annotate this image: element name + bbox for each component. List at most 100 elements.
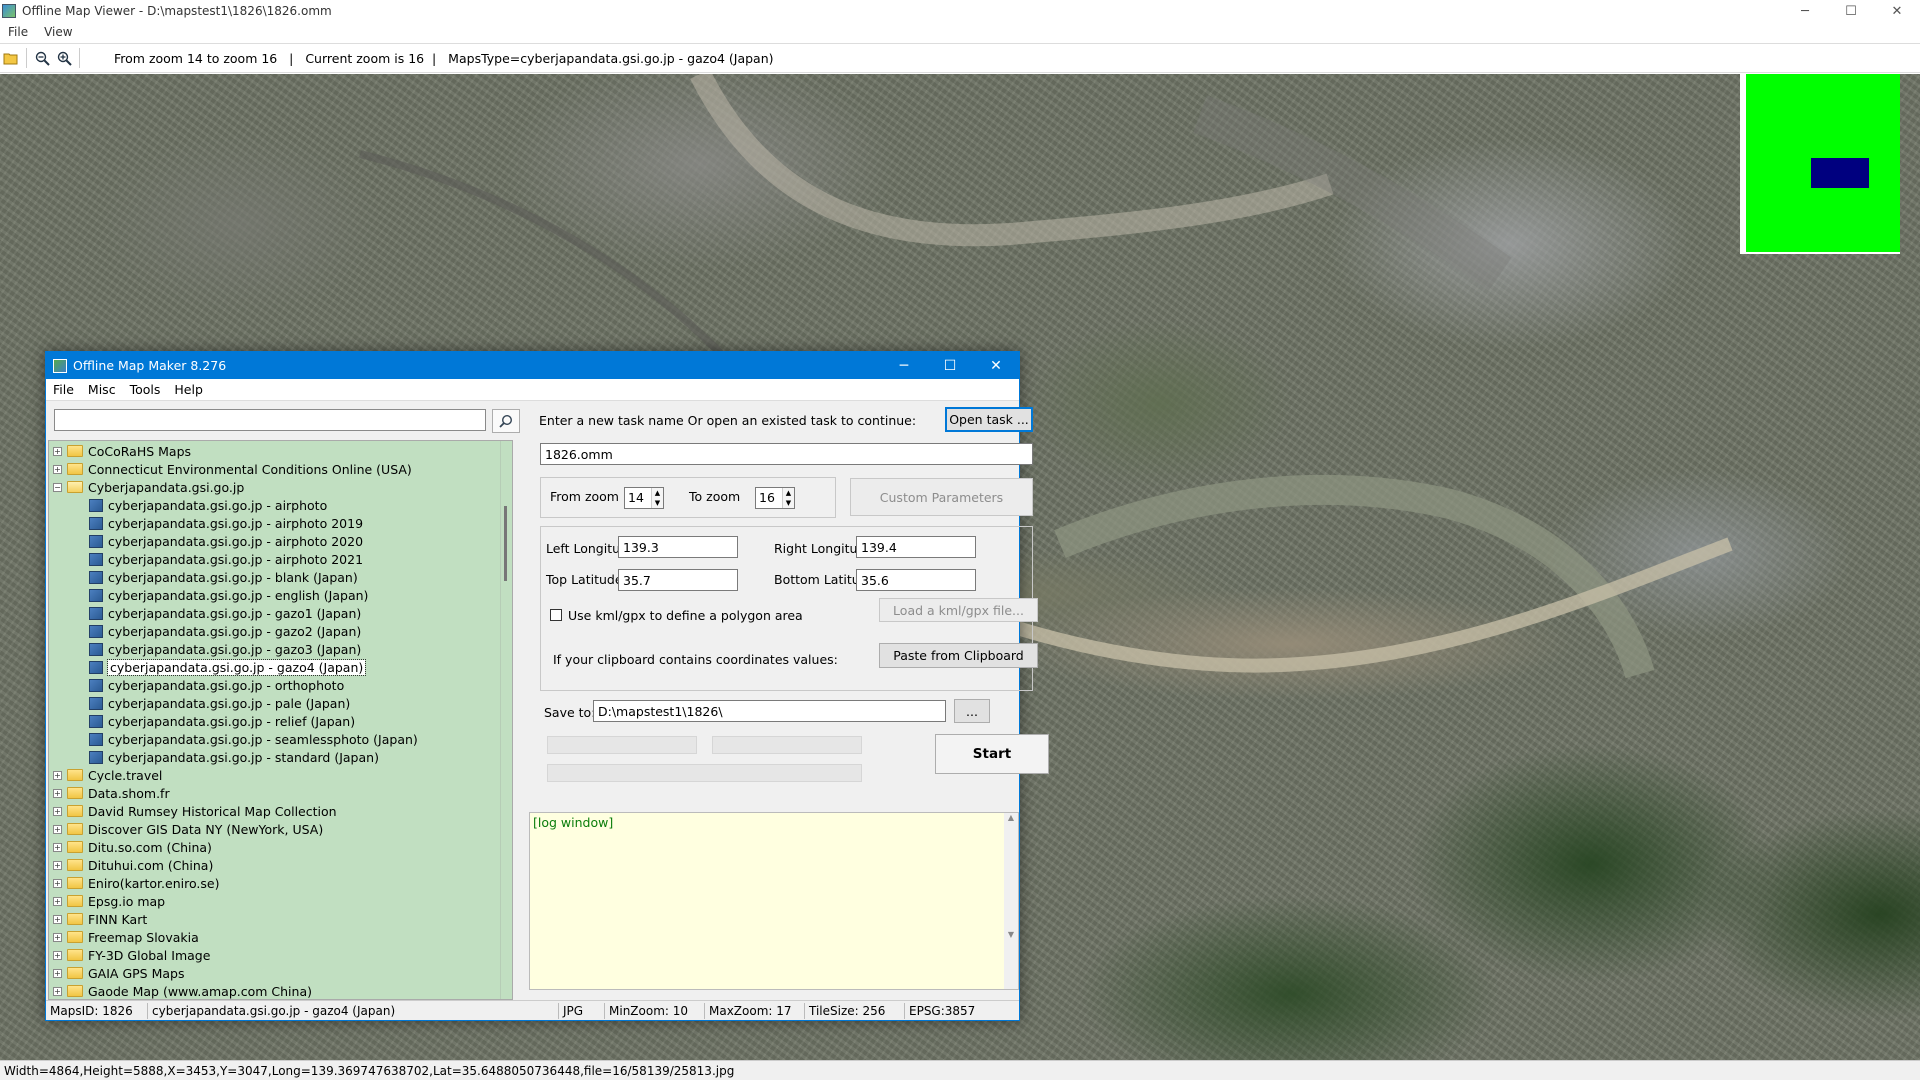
tree-folder-item[interactable]: + Gaode Map (www.amap.com China) (49, 982, 312, 999)
expand-icon[interactable]: + (53, 770, 62, 780)
tree-map-item[interactable]: cyberjapandata.gsi.go.jp - blank (Japan) (49, 568, 358, 586)
minimize-button[interactable]: ─ (1782, 0, 1828, 22)
tree-folder-item[interactable]: − Cyberjapandata.gsi.go.jp (49, 478, 244, 496)
browse-button[interactable]: ... (954, 699, 990, 723)
zoom-in-icon[interactable] (53, 47, 75, 69)
expand-icon[interactable]: + (53, 986, 62, 996)
tree-folder-item[interactable]: + Cycle.travel (49, 766, 162, 784)
tree-scrollbar[interactable] (500, 441, 512, 999)
start-button[interactable]: Start (935, 734, 1049, 774)
tree-folder-item[interactable]: + Freemap Slovakia (49, 928, 199, 946)
tree-map-item[interactable]: cyberjapandata.gsi.go.jp - pale (Japan) (49, 694, 350, 712)
progress-bar-1 (547, 736, 697, 754)
expand-icon[interactable]: + (53, 824, 62, 834)
tree-map-item[interactable]: cyberjapandata.gsi.go.jp - gazo2 (Japan) (49, 622, 361, 640)
tree-map-item[interactable]: cyberjapandata.gsi.go.jp - gazo1 (Japan) (49, 604, 361, 622)
expand-icon[interactable]: + (53, 914, 62, 924)
right-longitude-input[interactable]: 139.4 (856, 536, 976, 558)
expand-icon[interactable]: + (53, 878, 62, 888)
minimap[interactable] (1740, 74, 1900, 254)
tree-map-item[interactable]: cyberjapandata.gsi.go.jp - airphoto 2019 (49, 514, 363, 532)
tree-folder-item[interactable]: + Eniro(kartor.eniro.se) (49, 874, 219, 892)
tree-item-label: Discover GIS Data NY (NewYork, USA) (88, 821, 324, 837)
map-search-input[interactable] (54, 409, 486, 431)
tree-folder-item[interactable]: + Discover GIS Data NY (NewYork, USA) (49, 820, 323, 838)
tree-map-item[interactable]: cyberjapandata.gsi.go.jp - airphoto 2020 (49, 532, 363, 550)
tree-folder-item[interactable]: + CoCoRaHS Maps (49, 442, 191, 460)
tree-scrollbar-thumb[interactable] (504, 506, 507, 581)
tree-map-item[interactable]: cyberjapandata.gsi.go.jp - gazo4 (Japan) (49, 658, 367, 676)
paste-clipboard-button[interactable]: Paste from Clipboard (879, 643, 1038, 668)
tree-map-item[interactable]: cyberjapandata.gsi.go.jp - orthophoto (49, 676, 344, 694)
zoom-out-icon[interactable] (31, 47, 53, 69)
tree-folder-item[interactable]: + David Rumsey Historical Map Collection (49, 802, 337, 820)
tree-map-item[interactable]: cyberjapandata.gsi.go.jp - airphoto (49, 496, 327, 514)
expand-icon[interactable]: + (53, 860, 62, 870)
load-kml-button[interactable]: Load a kml/gpx file... (879, 598, 1038, 622)
tree-map-item[interactable]: cyberjapandata.gsi.go.jp - airphoto 2021 (49, 550, 363, 568)
menu-view[interactable]: View (36, 25, 80, 39)
expand-icon[interactable]: + (53, 968, 62, 978)
tree-map-item[interactable]: cyberjapandata.gsi.go.jp - relief (Japan… (49, 712, 355, 730)
top-latitude-input[interactable]: 35.7 (618, 569, 738, 591)
tree-folder-item[interactable]: + Epsg.io map (49, 892, 165, 910)
tree-folder-item[interactable]: + FY-3D Global Image (49, 946, 210, 964)
tree-folder-item[interactable]: + Dituhui.com (China) (49, 856, 213, 874)
map-icon (89, 642, 103, 656)
tree-folder-item[interactable]: + Data.shom.fr (49, 784, 170, 802)
open-task-button[interactable]: Open task ... (945, 407, 1033, 432)
log-scrollbar[interactable]: ▲ ▼ (1004, 813, 1018, 989)
tree-folder-item[interactable]: + Connecticut Environmental Conditions On… (49, 460, 412, 478)
custom-parameters-button[interactable]: Custom Parameters (850, 478, 1033, 516)
folder-open-icon[interactable] (0, 47, 22, 69)
task-name-input[interactable]: 1826.omm (540, 443, 1033, 465)
menu-file[interactable]: File (0, 25, 36, 39)
expand-icon[interactable]: + (53, 950, 62, 960)
expand-icon[interactable]: + (53, 806, 62, 816)
tree-item-label: FY-3D Global Image (88, 947, 211, 963)
dialog-minimize-button[interactable]: ─ (881, 352, 927, 379)
expand-icon[interactable]: + (53, 896, 62, 906)
expand-icon[interactable]: + (53, 788, 62, 798)
map-source-tree[interactable]: + CoCoRaHS Maps + Connecticut Environmental… (48, 440, 513, 1000)
main-statusbar: Width=4864,Height=5888,X=3453,Y=3047,Lon… (0, 1060, 1920, 1080)
expand-icon[interactable]: + (53, 464, 62, 474)
dialog-menu-tools[interactable]: Tools (123, 382, 168, 397)
map-icon (89, 534, 103, 548)
dialog-close-button[interactable]: ✕ (973, 352, 1019, 379)
max-zoom-status: MaxZoom: 17 (705, 1002, 805, 1019)
expand-icon[interactable]: + (53, 932, 62, 942)
to-zoom-stepper[interactable]: 16 ▲ ▼ (755, 487, 795, 509)
tree-map-item[interactable]: cyberjapandata.gsi.go.jp - gazo3 (Japan) (49, 640, 361, 658)
stepper-arrows-icon[interactable]: ▲ ▼ (651, 488, 663, 508)
tree-map-item[interactable]: cyberjapandata.gsi.go.jp - seamlessphoto… (49, 730, 418, 748)
left-longitude-input[interactable]: 139.3 (618, 536, 738, 558)
to-zoom-label: To zoom (689, 489, 741, 504)
map-search-row (54, 409, 520, 433)
close-button[interactable]: ✕ (1874, 0, 1920, 22)
tree-folder-item[interactable]: + GAIA GPS Maps (49, 964, 184, 982)
kml-polygon-checkbox[interactable] (550, 609, 562, 621)
dialog-menu-misc[interactable]: Misc (81, 382, 123, 397)
folder-icon (67, 463, 83, 475)
expand-icon[interactable]: + (53, 446, 62, 456)
stepper-arrows-icon[interactable]: ▲ ▼ (782, 488, 794, 508)
tree-folder-item[interactable]: + Ditu.so.com (China) (49, 838, 212, 856)
dialog-maximize-button[interactable]: ☐ (927, 352, 973, 379)
log-window[interactable]: [log window] ▲ ▼ (529, 812, 1019, 990)
from-zoom-stepper[interactable]: 14 ▲ ▼ (624, 487, 664, 509)
map-icon (89, 750, 103, 764)
bottom-latitude-input[interactable]: 35.6 (856, 569, 976, 591)
dialog-menu-file[interactable]: File (46, 382, 81, 397)
expand-icon[interactable]: + (53, 842, 62, 852)
tree-map-item[interactable]: cyberjapandata.gsi.go.jp - english (Japa… (49, 586, 368, 604)
maximize-button[interactable]: ☐ (1828, 0, 1874, 22)
collapse-icon[interactable]: − (53, 482, 62, 492)
tree-map-item[interactable]: cyberjapandata.gsi.go.jp - standard (Jap… (49, 748, 379, 766)
dialog-menu-help[interactable]: Help (167, 382, 210, 397)
minimap-viewport[interactable] (1811, 158, 1869, 188)
save-path-input[interactable]: D:\mapstest1\1826\ (593, 700, 946, 722)
tile-size-status: TileSize: 256 (805, 1002, 905, 1019)
search-icon[interactable] (492, 409, 520, 433)
tree-folder-item[interactable]: + FINN Kart (49, 910, 147, 928)
